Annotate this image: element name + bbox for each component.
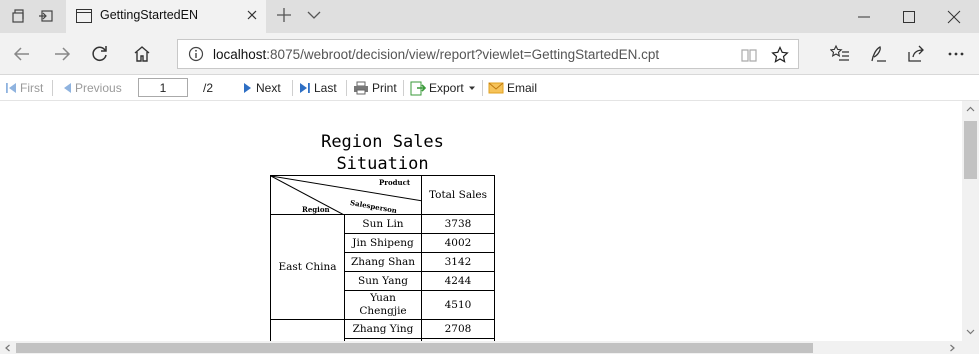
address-bar[interactable]: localhost:8075/webroot/decision/view/rep… [177, 39, 799, 69]
export-icon [410, 81, 426, 95]
total-sales-cell: 4002 [421, 233, 495, 253]
previous-page-button[interactable]: Previous [62, 80, 122, 96]
header-product: Product [379, 178, 411, 187]
toolbar-divider [346, 80, 347, 96]
horizontal-scroll-thumb[interactable] [16, 343, 813, 353]
salesperson-cell: Zhang Shan [344, 252, 422, 272]
salesperson-cell: Jin Shipeng [344, 233, 422, 253]
printer-icon [354, 81, 368, 95]
header-total-sales: Total Sales [421, 175, 495, 215]
tab-title: GettingStartedEN [100, 8, 198, 22]
total-sales-cell: 3738 [421, 214, 495, 234]
pen-notes-icon[interactable] [868, 44, 888, 64]
toolbar-divider [403, 80, 404, 96]
total-sales-cell: 4244 [421, 271, 495, 291]
print-button[interactable]: Print [353, 80, 397, 96]
next-page-button[interactable]: Next [243, 80, 281, 96]
vertical-scroll-thumb[interactable] [964, 121, 977, 179]
report-table: Product Salesperson Region Total Sales E… [270, 175, 495, 354]
share-icon[interactable] [906, 44, 926, 64]
home-icon[interactable] [132, 44, 152, 64]
scroll-left-arrow-icon[interactable] [4, 344, 12, 352]
previous-page-icon [64, 83, 71, 93]
next-page-icon [244, 83, 251, 93]
diagonal-header-cell: Product Salesperson Region [270, 175, 423, 216]
scroll-up-arrow-icon[interactable] [966, 105, 975, 114]
report-toolbar: First Previous /2 Next Last Print [0, 76, 979, 100]
horizontal-scrollbar[interactable] [0, 341, 962, 354]
url-text[interactable]: localhost:8075/webroot/decision/view/rep… [213, 47, 659, 62]
navigation-bar: localhost:8075/webroot/decision/view/rep… [0, 33, 979, 75]
header-region: Region [302, 205, 330, 214]
reading-view-icon[interactable] [740, 46, 758, 64]
last-page-button[interactable]: Last [299, 80, 337, 96]
url-path: :8075/webroot/decision/view/report?viewl… [266, 47, 660, 62]
salesperson-cell: Sun Yang [344, 271, 422, 291]
export-label: Export [429, 81, 464, 95]
report-title-line-1: Region Sales [321, 132, 444, 152]
scroll-down-arrow-icon[interactable] [966, 327, 975, 336]
toolbar-divider [52, 80, 53, 96]
salesperson-cell: Sun Lin [344, 214, 422, 234]
report-title-line-2: Situation [336, 154, 429, 174]
last-page-label: Last [314, 81, 337, 95]
set-aside-tabs-icon[interactable] [38, 8, 54, 24]
more-icon[interactable] [946, 44, 966, 64]
scroll-right-arrow-icon[interactable] [948, 344, 956, 352]
browser-tab[interactable]: GettingStartedEN [66, 0, 266, 33]
total-sales-cell: 3142 [421, 252, 495, 272]
info-icon[interactable] [188, 46, 204, 62]
forward-arrow-icon[interactable] [52, 44, 72, 64]
salesperson-cell: Zhang Ying [344, 319, 422, 339]
first-page-icon [6, 83, 16, 93]
first-page-label: First [20, 81, 44, 95]
minimize-icon[interactable] [856, 9, 872, 25]
scrollbar-corner [962, 341, 979, 354]
report-title: Region Sales Situation [270, 131, 495, 175]
total-sales-cell: 2708 [421, 319, 495, 339]
caret-down-icon [468, 86, 475, 90]
salesperson-cell: Yuan Chengjie [344, 290, 422, 320]
previous-page-label: Previous [75, 81, 122, 95]
first-page-button[interactable]: First [5, 80, 43, 96]
page-total: /2 [203, 81, 214, 95]
email-button[interactable]: Email [488, 80, 537, 96]
email-label: Email [507, 81, 538, 95]
refresh-icon[interactable] [90, 44, 110, 64]
toolbar-divider [292, 80, 293, 96]
new-tab-icon[interactable] [275, 6, 293, 24]
close-tab-icon[interactable] [244, 7, 260, 23]
url-host: localhost [213, 47, 267, 62]
vertical-scrollbar[interactable] [962, 101, 979, 341]
maximize-icon[interactable] [901, 9, 917, 25]
toolbar-divider [482, 80, 483, 96]
envelope-icon [488, 82, 504, 94]
next-page-label: Next [256, 81, 281, 95]
page-icon [76, 9, 92, 23]
title-bar: GettingStartedEN [0, 0, 979, 33]
close-window-icon[interactable] [946, 9, 962, 25]
chevron-down-icon[interactable] [306, 9, 322, 21]
favorites-hub-icon[interactable] [830, 44, 850, 64]
total-sales-cell: 4510 [421, 290, 495, 320]
favorite-star-icon[interactable] [771, 46, 789, 64]
last-page-icon [300, 83, 310, 93]
tab-stack-icon[interactable] [10, 8, 26, 24]
report-viewport: Region Sales Situation Product Salespers… [0, 100, 979, 354]
export-button[interactable]: Export [410, 80, 479, 96]
page-number-input[interactable] [138, 78, 188, 97]
region-cell-east-china: East China [270, 214, 345, 320]
back-arrow-icon[interactable] [12, 44, 32, 64]
print-label: Print [372, 81, 397, 95]
